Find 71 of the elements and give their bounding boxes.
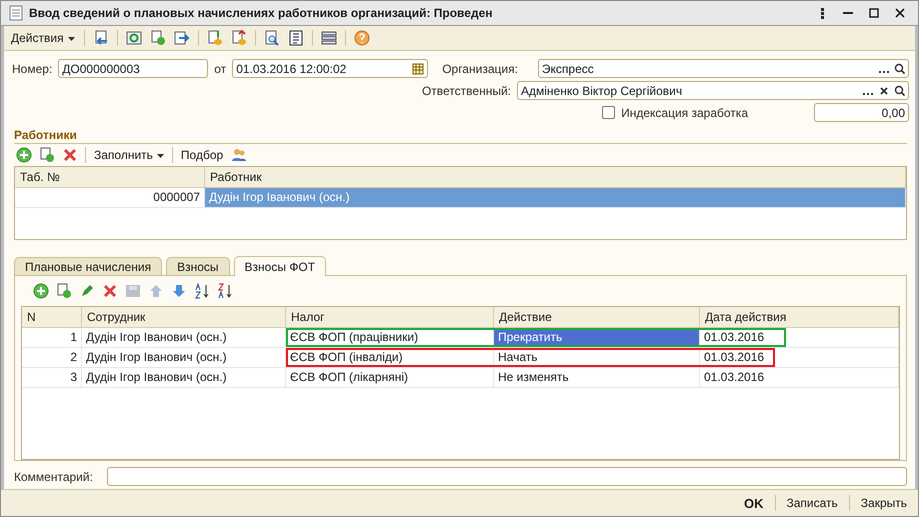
down-arrow-icon[interactable] bbox=[171, 283, 187, 299]
number-label: Номер: bbox=[12, 62, 52, 76]
help-icon[interactable] bbox=[354, 30, 370, 46]
column-header: N bbox=[22, 307, 82, 327]
column-header: Работник bbox=[205, 167, 906, 187]
fill-menu[interactable]: Заполнить bbox=[91, 148, 167, 162]
caret-icon bbox=[68, 36, 75, 41]
window-title: Ввод сведений о плановых начислениях работников организаций: Проведен bbox=[29, 6, 492, 20]
tab[interactable]: Взносы ФОТ bbox=[234, 256, 326, 276]
responsible-field[interactable]: Адміненко Віктор Сергійович bbox=[517, 81, 909, 100]
table-cell: ЄСВ ФОП (лікарняні) bbox=[286, 368, 494, 387]
responsible-label: Ответственный: bbox=[422, 84, 511, 98]
organization-field[interactable]: Экспресс bbox=[538, 59, 909, 78]
forward-icon[interactable] bbox=[174, 30, 190, 46]
search-icon[interactable] bbox=[892, 62, 908, 74]
caret-icon bbox=[156, 154, 164, 158]
delete-icon[interactable] bbox=[62, 147, 78, 163]
table-cell: 01.03.2016 bbox=[700, 328, 899, 347]
table-cell: 1 bbox=[22, 328, 82, 347]
copy-add-icon[interactable] bbox=[39, 147, 55, 163]
pick-button[interactable]: Подбор bbox=[178, 148, 226, 162]
table-cell: 01.03.2016 bbox=[700, 368, 899, 387]
people-icon[interactable] bbox=[231, 147, 248, 163]
column-header: Действие bbox=[494, 307, 700, 327]
minimize-icon bbox=[843, 12, 853, 14]
more-icon bbox=[820, 8, 824, 18]
maximize-icon bbox=[869, 8, 879, 18]
indexation-amount-field[interactable]: 0,00 bbox=[814, 103, 909, 122]
column-header: Таб. № bbox=[15, 167, 205, 187]
unpost-document-icon[interactable] bbox=[230, 30, 247, 46]
search-icon[interactable] bbox=[892, 84, 908, 96]
table-cell[interactable]: Начать bbox=[494, 348, 700, 367]
number-field[interactable]: ДО000000003 bbox=[58, 59, 208, 78]
sort-ascending-icon[interactable] bbox=[194, 283, 210, 299]
comment-label: Комментарий: bbox=[14, 470, 93, 484]
delete-icon[interactable] bbox=[102, 283, 118, 299]
tab[interactable]: Плановые начисления bbox=[14, 257, 162, 275]
table-cell: Дудін Ігор Іванович (осн.) bbox=[82, 348, 286, 367]
organization-label: Организация: bbox=[442, 62, 518, 76]
table-cell: 3 bbox=[22, 368, 82, 387]
preview-icon[interactable] bbox=[264, 30, 280, 46]
post-document-icon[interactable] bbox=[206, 30, 223, 46]
document-icon bbox=[9, 5, 23, 21]
indexation-label: Индексация заработка bbox=[621, 106, 748, 120]
section-title: Работники bbox=[14, 128, 907, 144]
column-header: Сотрудник bbox=[82, 307, 286, 327]
table-cell: 2 bbox=[22, 348, 82, 367]
indexation-checkbox[interactable] bbox=[602, 106, 616, 119]
table-cell: Дудін Ігор Іванович (осн.) bbox=[82, 368, 286, 387]
add-icon[interactable] bbox=[33, 283, 49, 299]
footer-button[interactable]: OK bbox=[741, 496, 766, 510]
date-field[interactable]: 01.03.2016 12:00:02 bbox=[232, 59, 428, 78]
copy-add-icon[interactable] bbox=[150, 30, 166, 46]
table-cell: Дудін Ігор Іванович (осн.) bbox=[82, 328, 286, 347]
table-cell: 01.03.2016 bbox=[700, 348, 899, 367]
comment-field[interactable] bbox=[106, 467, 907, 486]
actions-menu[interactable]: Действия bbox=[8, 31, 78, 45]
footer-button[interactable]: Записать bbox=[784, 496, 841, 510]
tab[interactable]: Взносы bbox=[166, 257, 230, 275]
copy-add-icon[interactable] bbox=[56, 283, 72, 299]
column-header: Налог bbox=[286, 307, 494, 327]
pencil-icon[interactable] bbox=[79, 283, 95, 299]
column-header: Дата действия bbox=[700, 307, 899, 327]
sort-descending-icon[interactable] bbox=[217, 283, 233, 299]
document-list-icon[interactable] bbox=[288, 30, 304, 46]
date-label: от bbox=[214, 62, 226, 76]
close-icon bbox=[895, 8, 905, 18]
table-cell[interactable]: Не изменять bbox=[494, 368, 700, 387]
footer-button[interactable]: Закрыть bbox=[858, 496, 910, 510]
add-icon[interactable] bbox=[16, 147, 32, 163]
table-cell: ЄСВ ФОП (інваліди) bbox=[286, 348, 494, 367]
